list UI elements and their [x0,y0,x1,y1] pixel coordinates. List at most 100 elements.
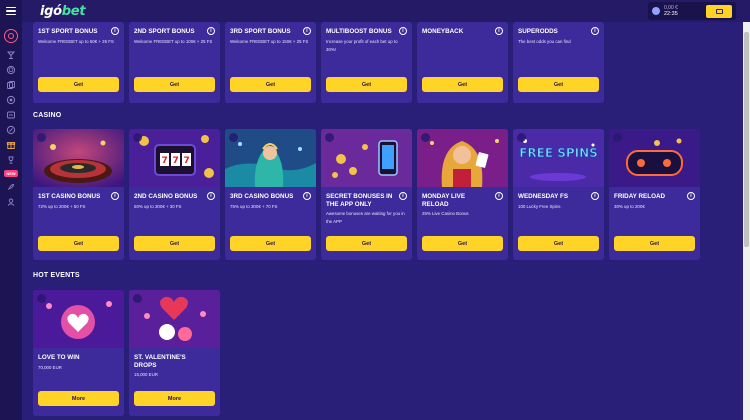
info-icon[interactable]: i [207,27,215,35]
tag-icon [613,133,622,142]
get-button[interactable]: Get [134,236,215,251]
more-button[interactable]: More [134,391,215,406]
info-icon[interactable]: i [111,192,119,200]
wallet-button[interactable] [706,4,732,18]
card-description: 25% Live Casino Bonus [422,211,469,216]
lottery-icon[interactable] [6,110,16,120]
info-icon[interactable]: i [591,27,599,35]
get-button[interactable]: Get [230,77,311,92]
promo-card-moneyback[interactable]: MONEYBACK i Get [417,22,508,103]
info-icon[interactable]: i [687,192,695,200]
get-button[interactable]: Get [614,236,695,251]
get-button[interactable]: Get [38,236,119,251]
card-description: 50% up to 300€ + 30 FS [134,203,182,209]
get-button[interactable]: Get [38,77,119,92]
roulette-artwork [33,129,124,187]
promo-card-3rd-sport[interactable]: 3RD SPORT BONUS Welcome FREEBET up to 15… [225,22,316,103]
get-button[interactable]: Get [326,236,407,251]
tag-icon [37,133,46,142]
section-title-casino: CASINO [33,112,62,119]
tag-icon [133,294,142,303]
goddess-artwork [225,129,316,187]
valentines-artwork [129,290,220,348]
section-title-hot-events: HOT EVENTS [33,272,80,279]
info-icon[interactable]: i [207,192,215,200]
scrollbar-thumb[interactable] [744,32,749,247]
card-title: 3RD CASINO BONUS [230,193,294,200]
menu-icon[interactable] [0,0,22,22]
svg-text:7: 7 [173,156,179,166]
promo-card-2nd-casino[interactable]: 7 7 7 2ND CASINO BONUS 50% up to 300€ + … [129,129,220,260]
scrollbar[interactable] [743,22,750,420]
sports-ball-icon[interactable] [6,65,16,75]
promo-card-multiboost[interactable]: MULTIBOOST BONUS Increase your profit of… [321,22,412,103]
get-button[interactable]: Get [422,77,503,92]
promo-card-3rd-casino[interactable]: 3RD CASINO BONUS 75% up to 300€ + 70 FS … [225,129,316,260]
info-icon[interactable]: i [303,27,311,35]
promo-card-2nd-sport[interactable]: 2ND SPORT BONUS Welcome FREEBET up to 10… [129,22,220,103]
tag-icon [133,133,142,142]
get-button[interactable]: Get [326,77,407,92]
info-icon[interactable]: i [111,27,119,35]
promo-card-secret-bonuses[interactable]: SECRET BONUSES IN THE APP ONLY Awesome b… [321,129,412,260]
info-icon[interactable]: i [495,192,503,200]
promo-card-friday-reload[interactable]: FRIDAY RELOAD 30% up to 200€ i Get [609,129,700,260]
card-description: The best odds you can find [518,38,571,44]
card-description: 15,000 EUR [134,372,158,377]
casino-chip-icon[interactable] [4,29,18,43]
logo[interactable]: igóbet [40,3,86,19]
get-button[interactable]: Get [230,236,311,251]
phone-app-artwork [321,129,412,187]
card-description: 70,000 EUR [38,364,62,370]
poker-chip-icon[interactable] [6,95,16,105]
cocktail-icon[interactable] [6,50,16,60]
tag-icon [37,294,46,303]
info-icon[interactable]: i [303,192,311,200]
info-icon[interactable]: i [399,27,407,35]
card-description: Awesome bonuses are waiting for you in t… [326,211,405,224]
more-button[interactable]: More [38,391,119,406]
card-description: Welcome FREEBET up to 50€ + 25 FS [38,38,114,44]
promo-card-1st-sport[interactable]: 1ST SPORT BONUS Welcome FREEBET up to 50… [33,22,124,103]
tag-icon [421,133,430,142]
clock: 22:35 [664,11,678,17]
tag-icon [517,133,526,142]
card-title: SECRET BONUSES IN THE APP ONLY [326,193,393,208]
card-title: LOVE TO WIN [38,354,80,361]
promotions-icon[interactable] [6,125,16,135]
dealer-artwork [417,129,508,187]
get-button[interactable]: Get [134,77,215,92]
promo-card-monday-live-reload[interactable]: MONDAY LIVE RELOAD 25% Live Casino Bonus… [417,129,508,260]
rocket-icon[interactable] [6,182,16,192]
event-card-valentines-drops[interactable]: ST. VALENTINE'S DROPS 15,000 EUR More [129,290,220,416]
event-card-love-to-win[interactable]: LOVE TO WIN 70,000 EUR More [33,290,124,416]
moon-icon[interactable] [652,7,660,15]
new-badge[interactable]: NEW [4,170,18,177]
promo-card-wednesday-fs[interactable]: FREE SPINS WEDNESDAY FS 100 Lucky Free S… [513,129,604,260]
love-to-win-artwork [33,290,124,348]
info-icon[interactable]: i [591,192,599,200]
info-icon[interactable]: i [399,192,407,200]
account-widget[interactable]: 0,00 € 22:35 [648,2,736,20]
user-icon[interactable] [6,197,16,207]
trophy-icon[interactable] [6,155,16,165]
get-button[interactable]: Get [518,77,599,92]
card-title: 2ND SPORT BONUS [134,28,195,35]
tag-icon [229,133,238,142]
card-title: 1ST CASINO BONUS [38,193,101,200]
promo-card-superodds[interactable]: SUPERODDS The best odds you can find i G… [513,22,604,103]
info-icon[interactable]: i [495,27,503,35]
promo-card-1st-casino[interactable]: 1ST CASINO BONUS 72% up to 200€ + 50 FS … [33,129,124,260]
card-title: 3RD SPORT BONUS [230,28,291,35]
card-description: 100 Lucky Free Spins [518,203,561,209]
card-description: 30% up to 200€ [614,203,645,209]
card-title: MONEYBACK [422,28,464,35]
svg-text:7: 7 [184,156,190,166]
get-button[interactable]: Get [518,236,599,251]
logo-text-bet: bet [61,3,86,19]
cards-icon[interactable] [6,80,16,90]
svg-text:7: 7 [162,156,168,166]
card-description: Welcome FREEBET up to 100€ + 25 FS [134,38,213,44]
gift-icon[interactable] [6,140,16,150]
get-button[interactable]: Get [422,236,503,251]
